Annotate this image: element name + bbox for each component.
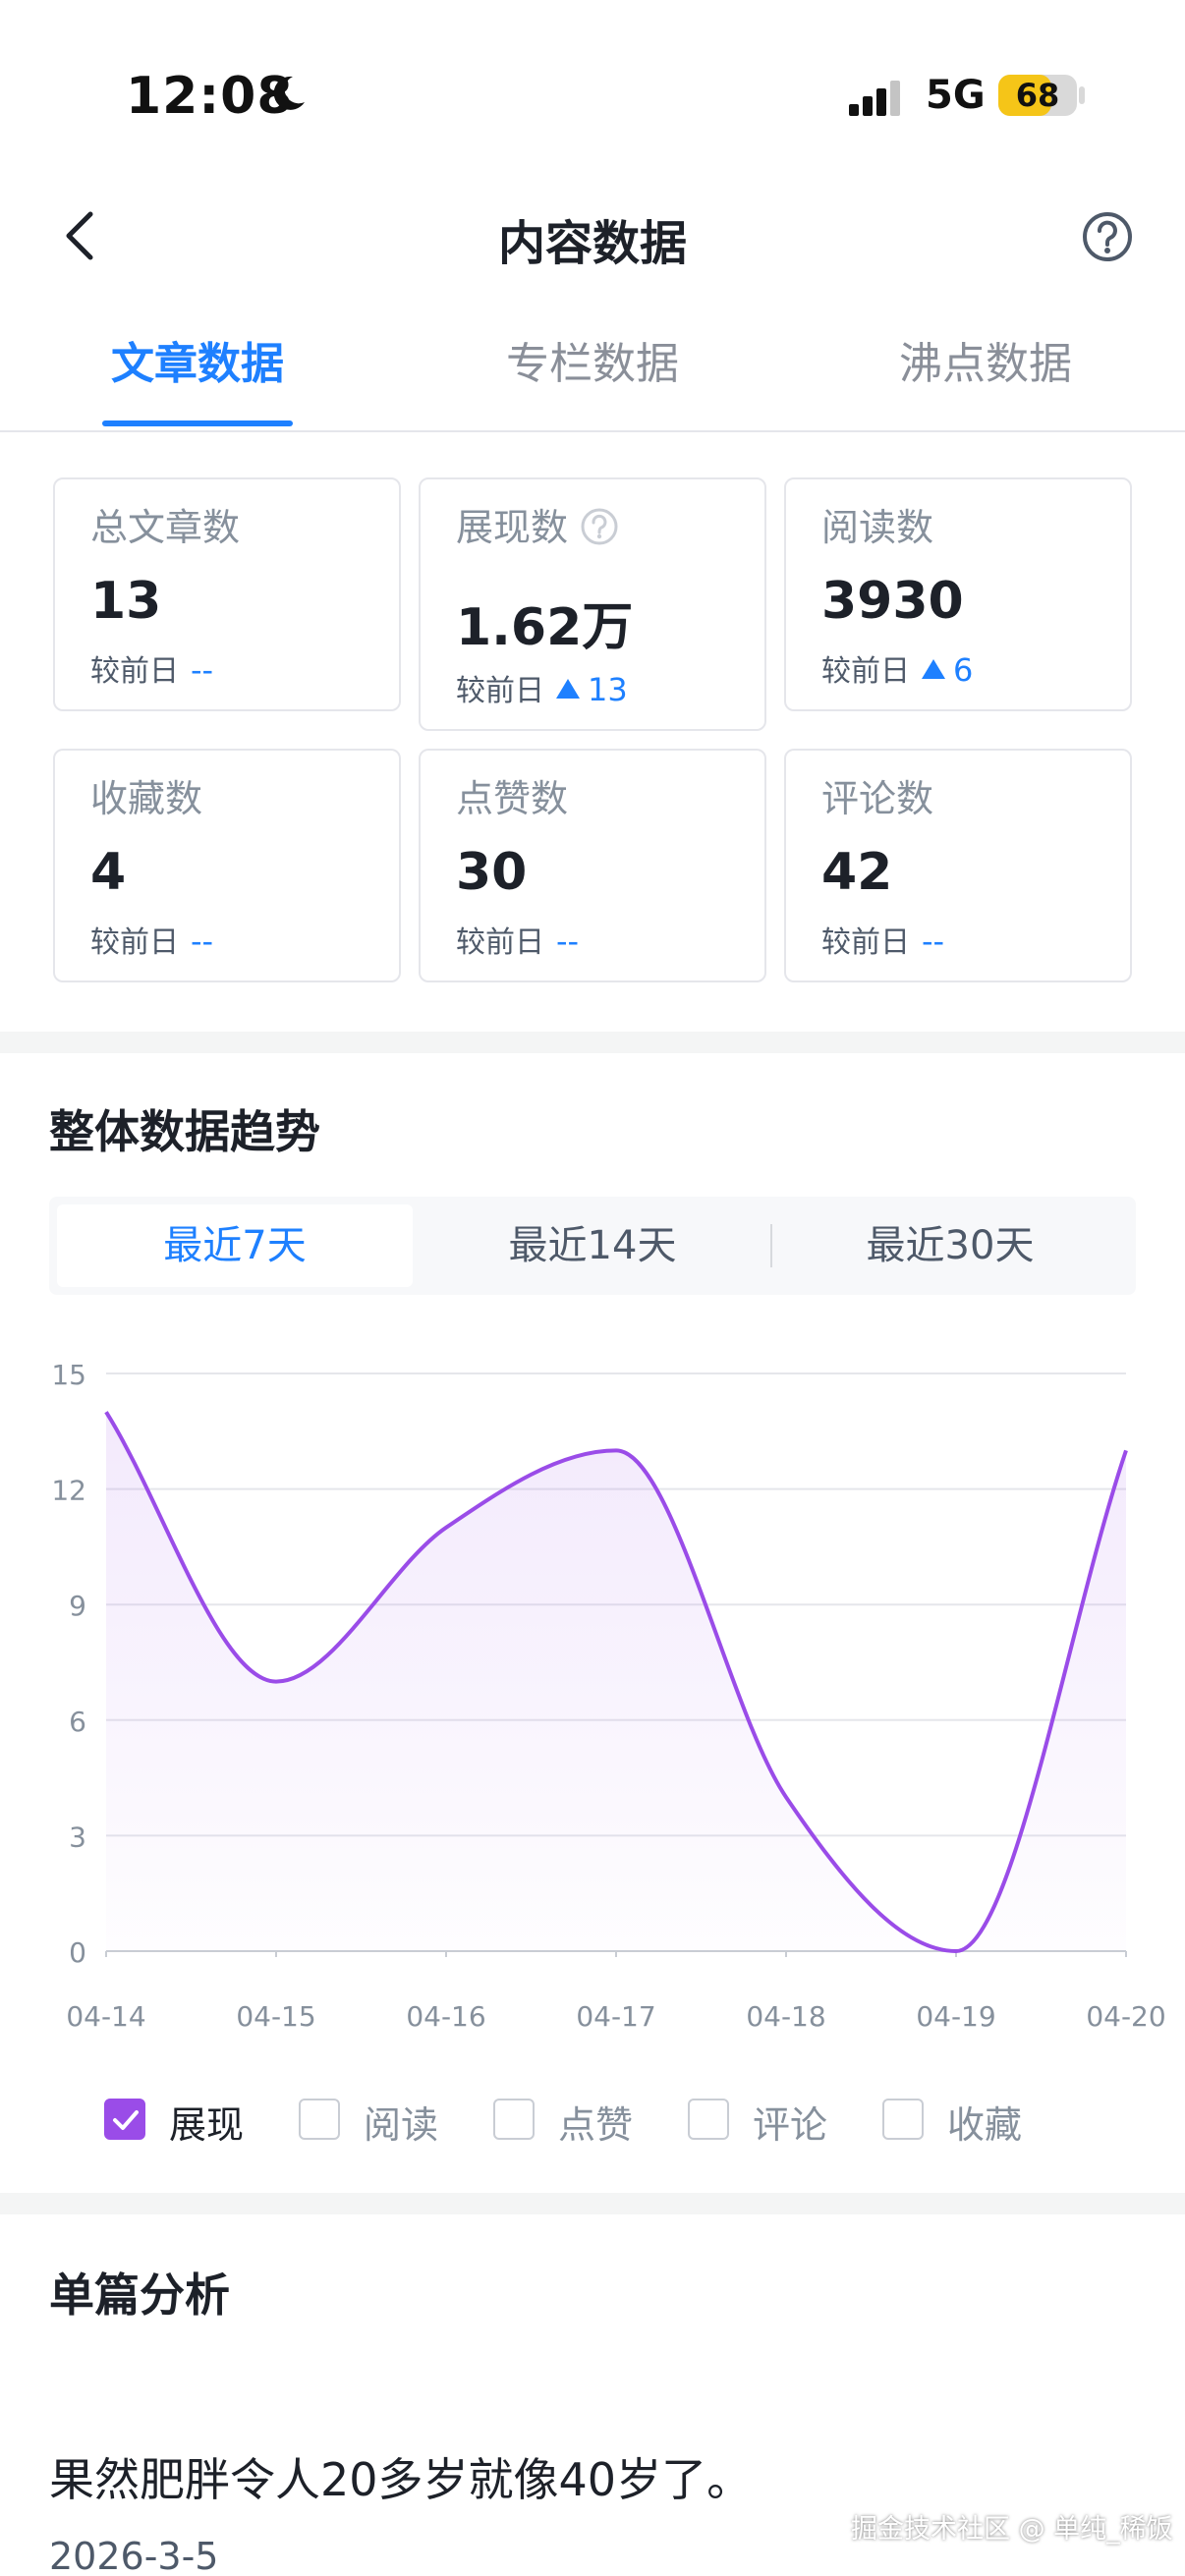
legend-label: 收藏 [947, 2103, 1023, 2147]
range-30-days[interactable]: 最近30天 [772, 1204, 1128, 1287]
article-title[interactable]: 果然肥胖令人20多岁就像40岁了。 [49, 2444, 752, 2509]
stat-label: 阅读数 [821, 506, 934, 549]
trend-section-title: 整体数据趋势 [49, 1105, 320, 1158]
stat-label: 展现数 [456, 497, 619, 551]
y-tick-label: 0 [69, 1936, 86, 1969]
checkbox-icon[interactable] [882, 2099, 924, 2140]
stat-value: 13 [90, 572, 162, 631]
stat-delta: -- [191, 651, 214, 689]
legend-label: 点赞 [558, 2103, 634, 2147]
stat-delta: 6 [922, 651, 973, 689]
single-analysis-title: 单篇分析 [49, 2268, 230, 2322]
x-tick-label: 04-18 [746, 2000, 825, 2033]
stat-value: 3930 [821, 572, 964, 631]
signal-icon [849, 81, 900, 116]
stat-compare: 较前日 -- [90, 651, 214, 689]
battery-percent: 68 [1015, 77, 1060, 114]
stat-value: 42 [821, 843, 893, 902]
network-type: 5G [926, 73, 986, 118]
stat-compare: 较前日 -- [821, 923, 945, 960]
arrow-up-icon [922, 659, 945, 679]
stat-label: 总文章数 [90, 506, 241, 549]
series-area [106, 1412, 1126, 1951]
stat-compare: 较前日 6 [821, 651, 974, 689]
legend-label: 展现 [169, 2103, 245, 2147]
tab-articles[interactable]: 文章数据 [50, 328, 345, 391]
range-selector: 最近7天 最近14天 最近30天 [49, 1197, 1136, 1295]
y-tick-label: 3 [69, 1820, 86, 1853]
x-tick-label: 04-15 [236, 2000, 315, 2033]
stat-value: 30 [456, 843, 528, 902]
arrow-up-icon [556, 679, 580, 699]
x-tick-label: 04-14 [66, 2000, 145, 2033]
y-tick-label: 6 [69, 1706, 86, 1738]
checkbox-icon[interactable] [688, 2099, 729, 2140]
tab-pins[interactable]: 沸点数据 [838, 328, 1133, 391]
question-circle-icon[interactable] [1081, 210, 1134, 263]
stat-label: 评论数 [821, 777, 934, 820]
y-tick-label: 9 [69, 1590, 86, 1622]
x-tick-label: 04-19 [916, 2000, 995, 2033]
range-7-days[interactable]: 最近7天 [57, 1204, 413, 1287]
x-tick-label: 04-20 [1086, 2000, 1165, 2033]
stat-card-total-articles: 总文章数 13 较前日 -- [53, 477, 401, 711]
content-tabs: 文章数据 专栏数据 沸点数据 [0, 314, 1185, 432]
stat-delta: -- [556, 923, 580, 960]
stat-value: 4 [90, 843, 127, 902]
y-tick-label: 15 [51, 1359, 86, 1391]
watermark: 掘金技术社区 @ 单纯_稀饭 [851, 2514, 1173, 2545]
legend-label: 评论 [753, 2103, 828, 2147]
stat-delta: 13 [556, 671, 628, 708]
stat-compare: 较前日 -- [456, 923, 580, 960]
stat-label: 收藏数 [90, 777, 203, 820]
stat-card-favorites: 收藏数 4 较前日 -- [53, 749, 401, 982]
stat-card-reads: 阅读数 3930 较前日 6 [784, 477, 1132, 711]
moon-icon [273, 76, 305, 110]
x-tick-label: 04-16 [406, 2000, 485, 2033]
stat-label: 点赞数 [456, 777, 569, 820]
tab-active-indicator [102, 420, 293, 426]
status-bar: 12:08 5G 68 [0, 0, 1185, 187]
checkbox-icon[interactable] [299, 2099, 340, 2140]
tab-columns[interactable]: 专栏数据 [445, 328, 740, 391]
section-divider [0, 2193, 1185, 2214]
checkbox-icon[interactable] [493, 2099, 535, 2140]
range-14-days[interactable]: 最近14天 [415, 1204, 770, 1287]
stat-delta: -- [922, 923, 945, 960]
y-tick-label: 12 [51, 1475, 86, 1507]
battery-icon: 68 [998, 75, 1077, 116]
stat-delta: -- [191, 923, 214, 960]
section-divider [0, 1032, 1185, 1053]
legend-label: 阅读 [364, 2103, 439, 2147]
checkbox-checked-icon[interactable] [104, 2099, 145, 2140]
trend-chart: 0 3 6 9 12 15 04-14 04-15 04-16 04-17 04-18 04-19 04… [51, 1359, 1165, 2033]
stat-card-likes: 点赞数 30 较前日 -- [419, 749, 766, 982]
chart-legend: 展现 阅读 点赞 评论 收藏 [0, 2091, 1185, 2150]
page-title: 内容数据 [497, 216, 687, 271]
article-date: 2026-3-5 [49, 2535, 219, 2576]
stat-value: 1.62万 [456, 598, 634, 657]
stat-compare: 较前日 13 [456, 671, 628, 708]
stat-compare: 较前日 -- [90, 923, 214, 960]
battery-nub [1079, 86, 1085, 104]
question-circle-icon[interactable] [580, 507, 619, 546]
stat-card-comments: 评论数 42 较前日 -- [784, 749, 1132, 982]
x-tick-label: 04-17 [576, 2000, 655, 2033]
stat-card-impressions: 展现数 1.62万 较前日 13 [419, 477, 766, 731]
